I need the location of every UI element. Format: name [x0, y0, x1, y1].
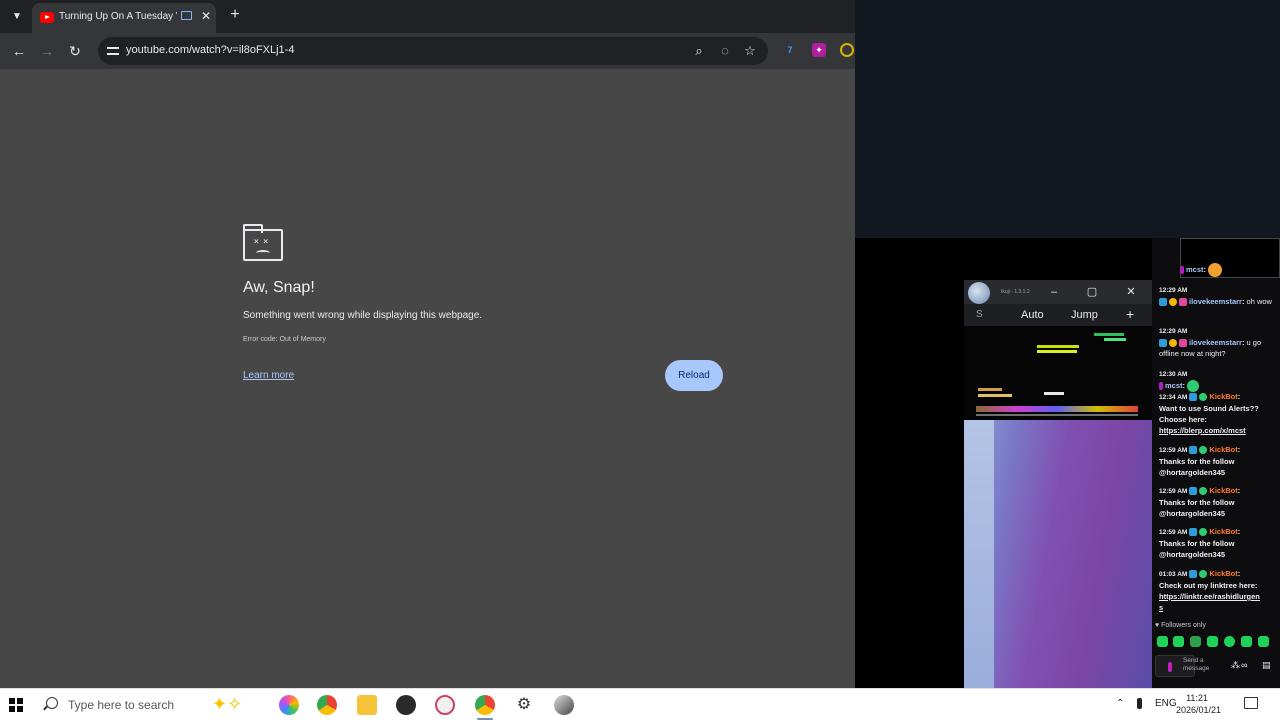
- auto-button[interactable]: Auto: [1021, 309, 1044, 321]
- chat-message: 12:59 AM KickBot: Thanks for the follow …: [1159, 445, 1241, 477]
- users-icon[interactable]: ⁂: [1231, 660, 1240, 671]
- chat-message: 12:29 AM ilovekeemstarr: oh wow: [1159, 287, 1272, 307]
- snipping-tool-icon[interactable]: [435, 695, 455, 715]
- followers-only-label: ♥ Followers only: [1155, 622, 1206, 629]
- mini-player-window: Ikuji · 1.3.1.2 – ▢ ✕ S Auto Jump +: [964, 280, 1152, 688]
- close-icon[interactable]: ✕: [1123, 284, 1139, 300]
- url-text[interactable]: youtube.com/watch?v=il8oFXLj1-4: [126, 44, 294, 56]
- chat-placeholder: Send a message: [1183, 657, 1210, 672]
- chat-input-row: Send a message ⁂ ∞ ▤: [1155, 655, 1280, 677]
- error-code: Error code: Out of Memory: [243, 336, 326, 343]
- taskbar: Type here to search ✦✧ ⚙ ⌃ ENG 11:21 202…: [0, 688, 1280, 720]
- mini-title: Ikuji · 1.3.1.2: [1001, 289, 1030, 295]
- tab-close-icon[interactable]: ✕: [199, 9, 213, 23]
- forward-arrow-icon[interactable]: →: [37, 41, 57, 61]
- chat-link[interactable]: https://blerp.com/x/mcst: [1159, 426, 1246, 435]
- cast-icon: [181, 11, 192, 20]
- chat-message: 12:30 AM mcst:: [1159, 369, 1274, 393]
- error-description: Something went wrong while displaying th…: [243, 310, 483, 321]
- language-indicator[interactable]: ENG: [1155, 698, 1177, 709]
- sad-folder-icon: ××: [243, 224, 283, 261]
- chat-message: 12:29 AM ilovekeemstarr: u go offline no…: [1159, 328, 1262, 358]
- chat-message: 12:59 AM KickBot: Thanks for the follow …: [1159, 486, 1241, 518]
- app-icon[interactable]: [554, 695, 574, 715]
- emote-icon[interactable]: [1173, 636, 1184, 647]
- reload-icon[interactable]: ↻: [65, 41, 85, 61]
- tab-strip: ▼ Turning Up On A Tuesday V ✕ +: [0, 0, 855, 33]
- tray-overflow-chevron-icon[interactable]: ⌃: [1116, 698, 1124, 709]
- minimize-icon[interactable]: –: [1046, 284, 1062, 300]
- tab-title: Turning Up On A Tuesday V: [59, 11, 177, 22]
- extension-icon[interactable]: [840, 43, 854, 57]
- chat-message: 01:03 AM KickBot: Check out my linktree …: [1159, 569, 1260, 612]
- chrome-icon[interactable]: [317, 695, 337, 715]
- emote-bar[interactable]: [1157, 636, 1275, 648]
- learn-more-link[interactable]: Learn more: [243, 370, 294, 381]
- zoom-icon[interactable]: ⌕: [691, 43, 707, 59]
- settings-gear-icon[interactable]: ⚙: [514, 695, 534, 715]
- mini-titlebar: Ikuji · 1.3.1.2 – ▢ ✕: [964, 280, 1152, 304]
- emote-icon[interactable]: [1241, 636, 1252, 647]
- emote-icon[interactable]: [1258, 636, 1269, 647]
- avatar: [968, 282, 990, 304]
- youtube-favicon-icon: [40, 12, 54, 23]
- chat-message: mcst:: [1180, 263, 1280, 277]
- mini-side-label: S: [976, 309, 983, 320]
- bookmark-star-icon[interactable]: ☆: [742, 43, 758, 59]
- add-button[interactable]: +: [1126, 306, 1134, 322]
- game-preview: [964, 326, 1152, 420]
- jump-button[interactable]: Jump: [1071, 309, 1098, 321]
- emote-icon[interactable]: [1190, 636, 1201, 647]
- back-arrow-icon[interactable]: ←: [9, 41, 29, 61]
- extension-icon[interactable]: 7: [783, 43, 797, 57]
- browser-toolbar: ← → ↻ youtube.com/watch?v=il8oFXLj1-4 ⌕ …: [0, 33, 855, 69]
- notifications-icon[interactable]: [1244, 697, 1258, 709]
- emote-icon[interactable]: [1207, 636, 1218, 647]
- emote-icon[interactable]: [1224, 636, 1235, 647]
- reload-button[interactable]: Reload: [665, 360, 723, 391]
- eye-slash-icon[interactable]: ◌: [717, 43, 733, 59]
- maximize-icon[interactable]: ▢: [1084, 284, 1100, 300]
- taskbar-search-input[interactable]: Type here to search: [68, 698, 174, 712]
- address-bar[interactable]: youtube.com/watch?v=il8oFXLj1-4 ⌕ ◌ ☆: [98, 37, 768, 65]
- obs-icon[interactable]: [396, 695, 416, 715]
- emote-icon[interactable]: [1157, 636, 1168, 647]
- mini-controls: S Auto Jump +: [964, 304, 1152, 326]
- chat-message: 12:34 AM KickBot: Want to use Sound Aler…: [1159, 392, 1259, 435]
- new-tab-button[interactable]: +: [226, 6, 244, 24]
- copilot-sparkle-icon[interactable]: ✦✧: [212, 694, 242, 715]
- search-icon: [46, 697, 58, 709]
- windows-start-icon[interactable]: [9, 698, 23, 712]
- tab-search-chevron-icon[interactable]: ▼: [8, 7, 26, 25]
- app-icon[interactable]: [279, 695, 299, 715]
- chrome-active-icon[interactable]: [475, 695, 495, 715]
- error-title: Aw, Snap!: [243, 279, 315, 296]
- chat-link[interactable]: https://linktr.ee/rashidlurgen: [1159, 592, 1260, 601]
- browser-window: ▼ Turning Up On A Tuesday V ✕ + ← → ↻ yo…: [0, 0, 855, 688]
- extension-icon[interactable]: ✦: [812, 43, 826, 57]
- chat-message: 12:59 AM KickBot: Thanks for the follow …: [1159, 527, 1241, 559]
- clock[interactable]: 11:21 2026/01/21: [1176, 692, 1221, 716]
- tab-active[interactable]: Turning Up On A Tuesday V ✕: [32, 3, 216, 33]
- gift-icon[interactable]: ▤: [1262, 660, 1271, 671]
- site-info-icon[interactable]: [106, 44, 120, 58]
- camera-video: [964, 420, 1152, 688]
- error-page: ×× Aw, Snap! Something went wrong while …: [0, 69, 855, 688]
- infinity-icon[interactable]: ∞: [1241, 660, 1247, 670]
- file-explorer-icon[interactable]: [357, 695, 377, 715]
- microphone-icon[interactable]: [1137, 698, 1142, 709]
- video-overlay-area: [855, 0, 1280, 238]
